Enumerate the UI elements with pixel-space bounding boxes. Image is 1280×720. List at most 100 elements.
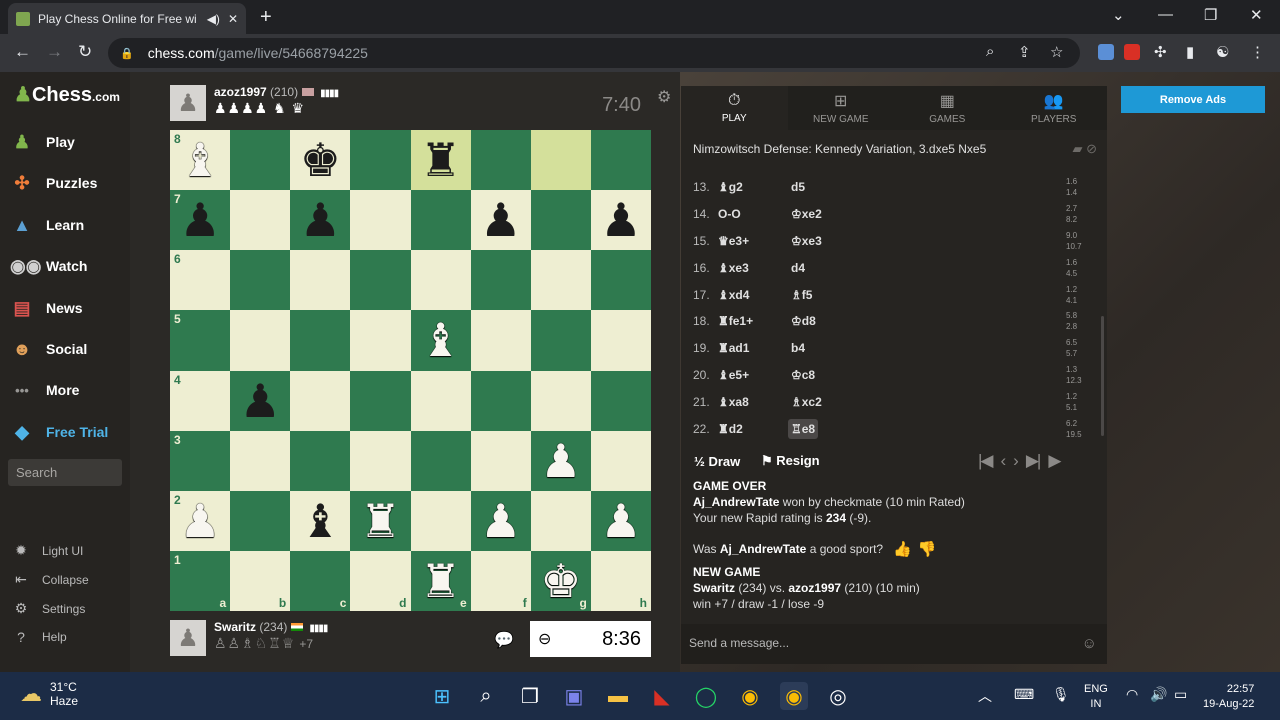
sidebar-item-news[interactable]: ▤ News: [10, 296, 82, 320]
square-d5[interactable]: [350, 310, 411, 371]
minimize-button[interactable]: —: [1158, 6, 1173, 23]
language-indicator[interactable]: ENG IN: [1084, 682, 1108, 712]
sidebar-item-puzzles[interactable]: ✣ Puzzles: [10, 171, 97, 195]
chrome-active-icon[interactable]: ◉: [780, 682, 808, 710]
square-g6[interactable]: [530, 250, 591, 311]
analysis-icon[interactable]: ⊘: [1086, 141, 1097, 156]
chrome-icon[interactable]: ◉: [736, 682, 764, 710]
book-icon[interactable]: ▰: [1072, 141, 1082, 156]
square-f3[interactable]: [470, 430, 531, 491]
square-b1[interactable]: b: [230, 550, 291, 611]
next-move-icon[interactable]: ›: [1013, 451, 1019, 471]
square-a5[interactable]: 5: [170, 310, 231, 371]
square-c1[interactable]: c: [290, 550, 351, 611]
windows-start-icon[interactable]: ⊞: [428, 682, 456, 710]
new-tab-button[interactable]: +: [260, 6, 272, 29]
tab-search-icon[interactable]: ⌄: [1112, 6, 1125, 24]
black-move[interactable]: d4: [791, 261, 805, 275]
sidebar-light-ui[interactable]: ✹ Light UI: [12, 542, 83, 559]
white-rook-icon[interactable]: ♜: [360, 498, 401, 544]
player-avatar[interactable]: ♟: [170, 620, 206, 656]
sidepanel-icon[interactable]: ▮: [1186, 43, 1194, 61]
square-e4[interactable]: [410, 370, 471, 431]
opponent-avatar[interactable]: ♟: [170, 85, 206, 121]
sidebar-item-play[interactable]: ♟ Play: [10, 130, 75, 154]
chat-message-input[interactable]: Send a message... ☺: [681, 624, 1107, 664]
chess-logo[interactable]: ♟Chess.com: [14, 82, 120, 107]
square-c5[interactable]: [290, 310, 351, 371]
black-pawn-icon[interactable]: ♟: [179, 197, 220, 243]
square-f7[interactable]: ♟: [470, 190, 531, 251]
black-move[interactable]: ♖e8: [788, 418, 819, 439]
square-h3[interactable]: [590, 430, 651, 491]
new-game-player2[interactable]: azoz1997: [788, 581, 841, 595]
square-g4[interactable]: [530, 370, 591, 431]
pdf-extension-icon[interactable]: [1124, 44, 1140, 60]
square-d6[interactable]: [350, 250, 411, 311]
square-e6[interactable]: [410, 250, 471, 311]
white-move[interactable]: ♝e5+: [718, 368, 749, 382]
white-bishop-icon[interactable]: ♝: [420, 317, 461, 363]
thumbs-up-icon[interactable]: 👍: [893, 540, 912, 558]
white-move[interactable]: ♝xd4: [718, 288, 749, 302]
square-h4[interactable]: [590, 370, 651, 431]
taskbar-search-icon[interactable]: ⌕: [472, 682, 500, 710]
square-c7[interactable]: ♟: [290, 190, 351, 251]
volume-icon[interactable]: 🔊: [1150, 686, 1167, 703]
tab-play[interactable]: ⏱ PLAY: [681, 86, 788, 130]
black-move[interactable]: ♔c8: [791, 368, 815, 382]
black-move[interactable]: ♔xe3: [791, 234, 822, 248]
square-a7[interactable]: 7 ♟: [170, 190, 231, 251]
square-d2[interactable]: ♜: [350, 490, 411, 551]
winner-name[interactable]: Aj_AndrewTate: [693, 495, 779, 509]
square-b6[interactable]: [230, 250, 291, 311]
square-h8[interactable]: [590, 130, 651, 191]
forward-icon[interactable]: →: [46, 42, 63, 62]
tab-games[interactable]: ▦ GAMES: [894, 86, 1001, 130]
close-window-button[interactable]: ✕: [1250, 6, 1263, 24]
sidebar-item-social[interactable]: ☻ Social: [10, 337, 88, 361]
new-game-player1[interactable]: Swaritz: [693, 581, 735, 595]
square-f2[interactable]: ♟: [470, 490, 531, 551]
sidebar-item-watch[interactable]: ◉◉ Watch: [10, 254, 87, 278]
square-e5[interactable]: ♝: [410, 310, 471, 371]
square-h7[interactable]: ♟: [590, 190, 651, 251]
file-explorer-icon[interactable]: ▬: [604, 682, 632, 710]
square-c6[interactable]: [290, 250, 351, 311]
square-b2[interactable]: [230, 490, 291, 551]
square-a6[interactable]: 6: [170, 250, 231, 311]
black-move[interactable]: ♗xc2: [791, 395, 822, 409]
whatsapp-icon[interactable]: ◯: [692, 682, 720, 710]
square-f8[interactable]: [470, 130, 531, 191]
white-move[interactable]: ♝xe3: [718, 261, 749, 275]
black-pawn-icon[interactable]: ♟: [600, 197, 641, 243]
player-name[interactable]: Swaritz: [214, 620, 256, 634]
sidebar-item-learn[interactable]: ▲ Learn: [10, 213, 84, 237]
square-h5[interactable]: [590, 310, 651, 371]
square-f5[interactable]: [470, 310, 531, 371]
square-d4[interactable]: [350, 370, 411, 431]
draw-button[interactable]: ½ Draw: [694, 454, 740, 469]
square-c4[interactable]: [290, 370, 351, 431]
white-pawn-icon[interactable]: ♟: [540, 438, 581, 484]
square-a4[interactable]: 4: [170, 370, 231, 431]
square-a2[interactable]: 2 ♟: [170, 490, 231, 551]
acrobat-icon[interactable]: ◣: [648, 682, 676, 710]
profile-avatar-icon[interactable]: ☯: [1216, 43, 1229, 61]
bookmark-star-icon[interactable]: ☆: [1050, 43, 1063, 61]
white-pawn-icon[interactable]: ♟: [179, 498, 220, 544]
black-king-icon[interactable]: ♚: [300, 137, 341, 183]
thumbs-down-icon[interactable]: 👎: [918, 540, 937, 558]
black-move[interactable]: b4: [791, 341, 805, 355]
obs-icon[interactable]: ◎: [824, 682, 852, 710]
white-move[interactable]: ♝g2: [718, 180, 743, 194]
last-move-icon[interactable]: ▶|: [1026, 451, 1041, 471]
play-moves-icon[interactable]: ▶: [1048, 451, 1061, 471]
white-move[interactable]: ♛e3+: [718, 234, 749, 248]
black-pawn-icon[interactable]: ♟: [300, 197, 341, 243]
square-g3[interactable]: ♟: [530, 430, 591, 491]
square-b5[interactable]: [230, 310, 291, 371]
sidebar-item-free-trial[interactable]: ◆ Free Trial: [10, 420, 108, 444]
square-c2[interactable]: ♝: [290, 490, 351, 551]
chat-icon[interactable]: 💬: [494, 630, 514, 650]
